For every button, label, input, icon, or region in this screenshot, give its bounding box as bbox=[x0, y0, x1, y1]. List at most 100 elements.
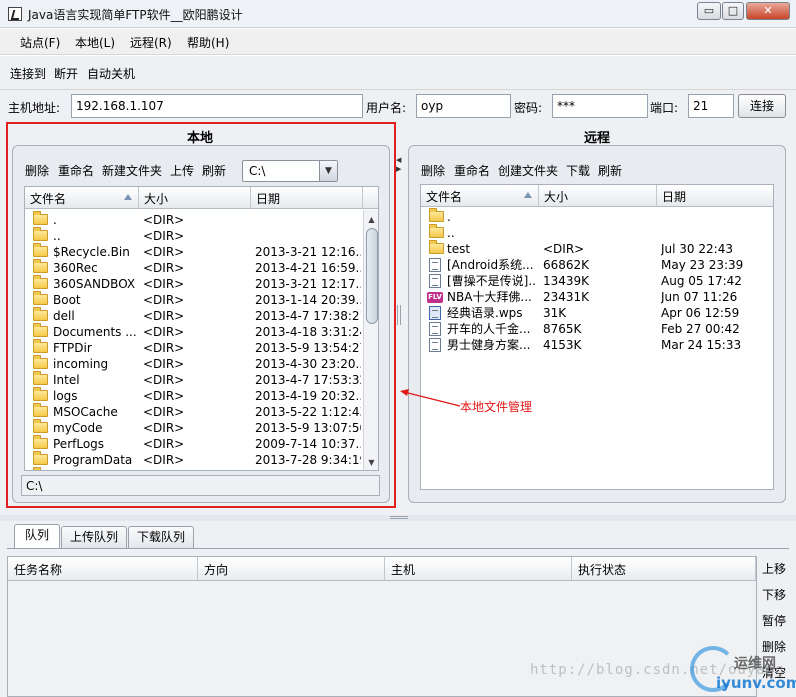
app-icon bbox=[8, 7, 22, 21]
table-row[interactable]: 经典语录.wps 31K Apr 06 12:59 bbox=[421, 305, 773, 321]
minimize-button[interactable]: ▭ bbox=[697, 2, 721, 20]
queue-col-task[interactable]: 任务名称 bbox=[8, 557, 198, 581]
remote-refresh-button[interactable]: 刷新 bbox=[598, 162, 622, 179]
file-date: Mar 24 15:33 bbox=[661, 338, 742, 352]
remote-col-size[interactable]: 大小 bbox=[539, 185, 657, 207]
file-size bbox=[543, 225, 653, 241]
file-date: Apr 06 12:59 bbox=[661, 306, 740, 320]
menu-site[interactable]: 站点(F) bbox=[20, 34, 60, 51]
file-date: Aug 05 17:42 bbox=[661, 274, 742, 288]
table-row[interactable]: [Android系统... 66862K May 23 23:39 bbox=[421, 257, 773, 273]
file-size: 4153K bbox=[543, 338, 582, 352]
file-date: May 23 23:39 bbox=[661, 258, 744, 272]
tab-queue[interactable]: 队列 bbox=[14, 524, 60, 548]
remote-col-name[interactable]: 文件名 bbox=[421, 185, 539, 207]
tab-divider bbox=[7, 548, 789, 549]
main-toolbar: 连接到 断开 自动关机 bbox=[0, 56, 796, 90]
queue-col-status[interactable]: 执行状态 bbox=[572, 557, 756, 581]
username-input[interactable]: oyp bbox=[416, 94, 511, 118]
remote-pane-title: 远程 bbox=[583, 131, 610, 146]
close-button[interactable]: ✕ bbox=[746, 2, 790, 20]
pause-button[interactable]: 暂停 bbox=[762, 612, 786, 629]
file-size: 23431K bbox=[543, 290, 590, 304]
queue-col-direction[interactable]: 方向 bbox=[198, 557, 385, 581]
maximize-button[interactable]: □ bbox=[722, 2, 744, 20]
connect-button[interactable]: 连接 bbox=[738, 94, 786, 118]
title-bar: Java语言实现简单FTP软件__欧阳鹏设计 ▭ □ ✕ bbox=[0, 0, 796, 28]
menu-remote[interactable]: 远程(R) bbox=[130, 34, 172, 51]
remote-new-folder-button[interactable]: 创建文件夹 bbox=[498, 162, 558, 179]
file-name: .. bbox=[447, 226, 455, 240]
remote-col-name-label: 文件名 bbox=[426, 190, 463, 204]
remote-download-button[interactable]: 下载 bbox=[566, 162, 590, 179]
folder-icon bbox=[429, 224, 444, 238]
file-size: 31K bbox=[543, 306, 567, 320]
port-label: 端口: bbox=[650, 101, 679, 115]
splitter-arrows-icon[interactable]: ◀ ▶ bbox=[396, 156, 401, 174]
host-label: 主机地址: bbox=[8, 101, 61, 115]
table-row[interactable]: .. bbox=[421, 224, 773, 241]
remote-delete-button[interactable]: 删除 bbox=[421, 162, 445, 179]
annotation-frame bbox=[6, 122, 396, 508]
file-icon bbox=[429, 274, 441, 288]
tab-upload-queue[interactable]: 上传队列 bbox=[61, 526, 127, 548]
port-input[interactable]: 21 bbox=[688, 94, 734, 118]
window-title: Java语言实现简单FTP软件__欧阳鹏设计 bbox=[28, 8, 243, 22]
queue-col-host[interactable]: 主机 bbox=[385, 557, 572, 581]
file-size: 66862K bbox=[543, 258, 590, 272]
host-input[interactable]: 192.168.1.107 bbox=[71, 94, 363, 118]
file-size: 8765K bbox=[543, 322, 582, 336]
file-name: . bbox=[447, 210, 451, 224]
file-date bbox=[661, 209, 771, 225]
sort-ascending-icon bbox=[524, 192, 532, 198]
site-logo-cn: 运维网 bbox=[734, 656, 776, 672]
username-label: 用户名: bbox=[366, 101, 407, 115]
file-size: <DIR> bbox=[543, 242, 585, 256]
splitter-grip-icon[interactable] bbox=[390, 516, 408, 519]
file-size: 13439K bbox=[543, 274, 590, 288]
file-name: [曹操不是传说]... bbox=[447, 274, 537, 288]
table-row[interactable]: . bbox=[421, 208, 773, 225]
document-file-icon bbox=[429, 306, 441, 320]
table-row[interactable]: 开车的人千金... 8765K Feb 27 00:42 bbox=[421, 321, 773, 337]
password-input[interactable]: *** bbox=[552, 94, 648, 118]
table-row[interactable]: FLV NBA十大拜佛... 23431K Jun 07 11:26 bbox=[421, 289, 773, 305]
video-file-icon: FLV bbox=[427, 292, 443, 303]
menu-local[interactable]: 本地(L) bbox=[75, 34, 115, 51]
annotation-label: 本地文件管理 bbox=[460, 400, 533, 414]
move-down-button[interactable]: 下移 bbox=[762, 586, 786, 603]
table-row[interactable]: 男士健身方案... 4153K Mar 24 15:33 bbox=[421, 337, 773, 353]
move-up-button[interactable]: 上移 bbox=[762, 560, 786, 577]
menu-help[interactable]: 帮助(H) bbox=[187, 34, 229, 51]
file-icon bbox=[429, 258, 441, 272]
connect-to-button[interactable]: 连接到 bbox=[10, 65, 46, 82]
connection-bar: 主机地址: 192.168.1.107 用户名: oyp 密码: *** 端口:… bbox=[0, 90, 796, 122]
auto-shutdown-button[interactable]: 自动关机 bbox=[87, 65, 135, 82]
site-logo-en: iyunv.com bbox=[716, 674, 796, 692]
table-row[interactable]: test <DIR> Jul 30 22:43 bbox=[421, 240, 773, 257]
file-name: 经典语录.wps bbox=[447, 306, 523, 320]
annotation-arrow-icon bbox=[400, 389, 461, 407]
tab-download-queue[interactable]: 下载队列 bbox=[128, 526, 194, 548]
file-name: NBA十大拜佛... bbox=[447, 290, 532, 304]
file-name: 开车的人千金... bbox=[447, 322, 531, 336]
menu-bar: 站点(F) 本地(L) 远程(R) 帮助(H) bbox=[0, 29, 796, 55]
file-date bbox=[661, 225, 771, 241]
folder-icon bbox=[429, 208, 444, 222]
file-name: 男士健身方案... bbox=[447, 338, 531, 352]
file-date: Feb 27 00:42 bbox=[661, 322, 740, 336]
remote-col-date[interactable]: 日期 bbox=[657, 185, 773, 207]
splitter-grip-icon[interactable] bbox=[397, 305, 401, 325]
file-icon bbox=[429, 322, 441, 336]
disconnect-button[interactable]: 断开 bbox=[54, 65, 78, 82]
file-size bbox=[543, 209, 653, 225]
remote-file-table: 文件名 大小 日期 ... test <DIR> Jul 30 22:43 [Andro… bbox=[420, 184, 774, 490]
remote-rename-button[interactable]: 重命名 bbox=[454, 162, 490, 179]
file-date: Jul 30 22:43 bbox=[661, 242, 733, 256]
password-label: 密码: bbox=[514, 101, 543, 115]
table-row[interactable]: [曹操不是传说]... 13439K Aug 05 17:42 bbox=[421, 273, 773, 289]
file-name: [Android系统... bbox=[447, 258, 534, 272]
file-date: Jun 07 11:26 bbox=[661, 290, 738, 304]
file-name: test bbox=[447, 242, 471, 256]
file-icon bbox=[429, 338, 441, 352]
